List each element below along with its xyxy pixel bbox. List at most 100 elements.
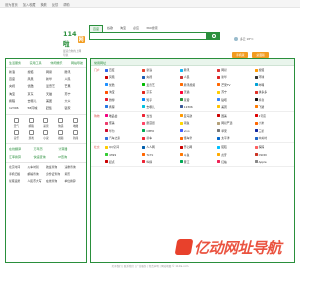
site-link[interactable]: 苹果: [217, 129, 253, 133]
left-site-link[interactable]: 赶集: [46, 106, 65, 110]
left-icon-link[interactable]: 视频: [53, 129, 68, 140]
left-icon-link[interactable]: 邮箱: [24, 117, 39, 128]
site-link[interactable]: 腾讯视频: [179, 83, 216, 87]
left-site-link[interactable]: 爱奇艺: [46, 84, 65, 88]
left-tool-link[interactable]: 快递查询: [34, 155, 59, 159]
site-link[interactable]: 淘宝: [105, 90, 141, 94]
left-site-link[interactable]: 芒果: [65, 84, 84, 88]
site-link[interactable]: vivo: [179, 129, 216, 133]
site-link[interactable]: 新浪: [142, 68, 178, 72]
top-link[interactable]: 设为首页: [5, 2, 18, 7]
site-link[interactable]: 国美: [217, 114, 253, 118]
left-site-link[interactable]: 苏宁: [65, 92, 84, 96]
left-list-link[interactable]: 星座运势: [9, 179, 28, 183]
site-link[interactable]: 网易: [217, 68, 253, 72]
left-tool-link[interactable]: IP查询: [58, 155, 83, 159]
site-link[interactable]: 太平洋: [217, 136, 253, 140]
site-link[interactable]: 央视: [142, 75, 178, 79]
left-tool-link[interactable]: 在线翻译: [9, 147, 34, 151]
left-site-link[interactable]: 去哪儿: [28, 99, 47, 103]
left-icon-link[interactable]: 音乐: [9, 129, 24, 140]
site-link[interactable]: 去哪儿: [142, 105, 178, 109]
left-tool-link[interactable]: 计算器: [58, 147, 83, 151]
site-link[interactable]: 三星: [254, 129, 291, 133]
weather-widget[interactable]: 多云 18°C: [234, 37, 253, 41]
left-site-link[interactable]: 新浪: [9, 70, 28, 74]
left-site-link[interactable]: 美团: [46, 99, 65, 103]
site-link[interactable]: QQ空间: [105, 145, 141, 149]
top-link[interactable]: 反馈: [52, 2, 58, 7]
left-icon-link[interactable]: 地图: [68, 117, 83, 128]
left-icon-link[interactable]: 快递: [53, 117, 68, 128]
site-link[interactable]: 美团: [217, 105, 253, 109]
site-link[interactable]: 易车: [142, 136, 178, 140]
site-link[interactable]: 飞猪: [254, 105, 291, 109]
search-input[interactable]: [89, 32, 207, 40]
left-list-link[interactable]: 单位换算: [65, 179, 84, 183]
search-tab[interactable]: 必应: [130, 25, 142, 32]
site-link[interactable]: Apple: [254, 160, 291, 164]
site-link[interactable]: 探探: [254, 145, 291, 149]
left-list-link[interactable]: 身份证查询: [46, 172, 65, 176]
site-link[interactable]: 新华: [217, 75, 253, 79]
left-site-link[interactable]: 12306: [9, 106, 28, 110]
search-tab[interactable]: 百度: [89, 25, 104, 32]
site-link[interactable]: 腾讯: [179, 68, 216, 72]
site-link[interactable]: 网易严选: [217, 121, 253, 125]
left-category-tab[interactable]: 实用工具: [30, 61, 42, 65]
left-site-link[interactable]: 新华: [46, 77, 65, 81]
left-list-link[interactable]: 邮编查询: [28, 172, 47, 176]
left-icon-link[interactable]: 小说: [39, 129, 54, 140]
site-link[interactable]: 闲鱼: [179, 121, 216, 125]
site-link[interactable]: 小米: [254, 121, 291, 125]
left-list-link[interactable]: 北京时间: [9, 165, 28, 169]
site-link[interactable]: 京东: [142, 90, 178, 94]
site-link[interactable]: 抖音: [254, 98, 291, 102]
left-site-link[interactable]: 优酷: [28, 84, 47, 88]
site-link[interactable]: 红袖: [217, 160, 253, 164]
left-category-tab[interactable]: 休闲娱乐: [50, 61, 62, 65]
site-link[interactable]: 爱奇艺: [142, 83, 178, 87]
left-category-tab[interactable]: 网站导航: [71, 61, 83, 65]
left-site-link[interactable]: 搜狐: [28, 70, 47, 74]
left-icon-link[interactable]: 天气: [9, 117, 24, 128]
left-tool-link[interactable]: 万年历: [34, 147, 59, 151]
site-link[interactable]: 微博: [105, 98, 141, 102]
left-site-link[interactable]: 凤凰: [28, 77, 47, 81]
left-site-link[interactable]: 链家: [65, 106, 84, 110]
search-tab[interactable]: 谷歌: [104, 25, 116, 32]
site-link[interactable]: OPPO: [142, 129, 178, 133]
left-site-link[interactable]: 京东: [28, 92, 47, 96]
site-link[interactable]: 芒果TV: [217, 83, 253, 87]
left-site-link[interactable]: 58同城: [28, 106, 47, 110]
site-link[interactable]: 懂车帝: [179, 136, 216, 140]
site-link[interactable]: 携程: [105, 105, 141, 109]
site-link[interactable]: 华为: [105, 129, 141, 133]
site-link[interactable]: 陌陌: [217, 145, 253, 149]
left-site-link[interactable]: 大众: [65, 99, 84, 103]
left-list-link[interactable]: 人民币大写: [28, 179, 47, 183]
site-link[interactable]: 虎牙: [217, 153, 253, 157]
site-link[interactable]: 搜狐: [254, 68, 291, 72]
site-link[interactable]: 起点: [105, 160, 141, 164]
site-link[interactable]: 汽车之家: [105, 136, 141, 140]
site-link[interactable]: 人民: [179, 75, 216, 79]
left-list-link[interactable]: 在线查询: [46, 179, 65, 183]
left-icon-link[interactable]: 游戏: [24, 129, 39, 140]
left-list-link[interactable]: 手机归属: [9, 172, 28, 176]
site-link[interactable]: 中关村: [254, 136, 291, 140]
site-link[interactable]: 百度: [105, 68, 141, 72]
left-site-link[interactable]: 天猫: [46, 92, 65, 96]
top-link[interactable]: 帮助: [63, 2, 69, 7]
left-list-link[interactable]: 航班查询: [46, 165, 65, 169]
top-link[interactable]: 换肤: [41, 2, 47, 7]
left-list-link[interactable]: 火车时刻: [28, 165, 47, 169]
site-link[interactable]: CSDN: [254, 153, 291, 157]
left-site-link[interactable]: 央视: [9, 84, 28, 88]
site-logo[interactable]: 114啦 网 最适合你的上网导航: [63, 30, 85, 57]
site-link[interactable]: 天猫: [179, 90, 216, 94]
site-link[interactable]: 1号店: [254, 114, 291, 118]
left-list-link[interactable]: 黄历: [65, 172, 84, 176]
site-link[interactable]: 4399: [105, 153, 141, 157]
left-list-link[interactable]: 违章查询: [65, 165, 84, 169]
